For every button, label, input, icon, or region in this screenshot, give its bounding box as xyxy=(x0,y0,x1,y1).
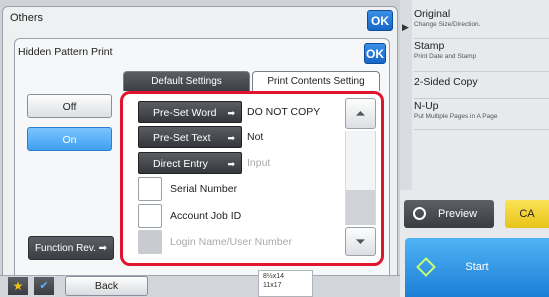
arrow-right-icon: ➡ xyxy=(227,159,235,169)
on-button[interactable]: On xyxy=(27,127,112,151)
right-item-n-up[interactable]: N-Up Put Multiple Pages in A Page xyxy=(414,100,549,130)
star-icon: ★ xyxy=(12,279,24,293)
play-arrow-icon: ▶ xyxy=(402,22,409,32)
function-review-label: Function Rev. xyxy=(34,243,96,254)
arrow-right-icon: ➡ xyxy=(227,133,235,143)
preview-icon xyxy=(413,207,426,220)
off-button[interactable]: Off xyxy=(27,94,112,118)
preset-text-button[interactable]: Pre-Set Text ➡ xyxy=(138,126,242,148)
direct-entry-input[interactable]: Input xyxy=(247,157,270,169)
right-item-stamp[interactable]: Stamp Print Date and Stamp xyxy=(414,40,549,72)
bottom-bar xyxy=(0,275,400,297)
preset-word-value: DO NOT COPY xyxy=(247,106,321,118)
right-item-subtitle: Change Size/Direction. xyxy=(414,21,481,28)
right-item-title: N-Up xyxy=(414,100,439,112)
arrow-right-icon: ➡ xyxy=(98,243,108,254)
scroll-down-button[interactable]: ⏷ xyxy=(345,227,376,256)
paper-size-info: 8½x14 11x17 xyxy=(258,270,313,297)
tab-default-settings[interactable]: Default Settings xyxy=(123,71,250,91)
account-job-id-checkbox[interactable] xyxy=(138,204,162,228)
function-review-button[interactable]: Function Rev. ➡ xyxy=(28,236,114,260)
scrollbar-thumb[interactable] xyxy=(346,190,375,225)
clear-all-button[interactable]: CA xyxy=(505,200,549,228)
right-item-subtitle: Put Multiple Pages in A Page xyxy=(414,113,498,120)
others-ok-button[interactable]: OK xyxy=(367,10,393,31)
preset-text-value: Not xyxy=(247,131,264,143)
favorite-star-button[interactable]: ★ xyxy=(8,277,28,295)
start-button[interactable]: Start xyxy=(405,238,549,297)
right-item-original[interactable]: Original Change Size/Direction. xyxy=(414,8,549,39)
back-button[interactable]: Back xyxy=(65,276,148,296)
scroll-up-button[interactable]: ⏶ xyxy=(345,98,376,129)
right-item-title: 2-Sided Copy xyxy=(414,76,478,88)
check-icon: ✔ xyxy=(39,280,49,292)
arrow-right-icon: ➡ xyxy=(227,108,235,118)
account-job-id-label: Account Job ID xyxy=(170,210,242,222)
serial-number-label: Serial Number xyxy=(170,183,238,195)
right-item-2-sided-copy[interactable]: 2-Sided Copy xyxy=(414,76,549,99)
direct-entry-button[interactable]: Direct Entry ➡ xyxy=(138,152,242,174)
paper-size-1: 8½x14 xyxy=(263,273,285,280)
paper-size-2: 11x17 xyxy=(263,282,282,289)
start-label: Start xyxy=(465,261,489,273)
right-item-subtitle: Print Date and Stamp xyxy=(414,53,477,60)
preset-text-label: Pre-Set Text xyxy=(153,132,211,144)
preset-word-button[interactable]: Pre-Set Word ➡ xyxy=(138,101,242,123)
preview-button[interactable]: Preview xyxy=(404,200,494,228)
direct-entry-label: Direct Entry xyxy=(153,158,208,170)
double-chevron-up-icon: ⏶ xyxy=(355,106,366,121)
preset-word-label: Pre-Set Word xyxy=(153,107,217,119)
double-chevron-down-icon: ⏷ xyxy=(355,234,366,249)
serial-number-checkbox[interactable] xyxy=(138,177,162,201)
login-name-checkbox xyxy=(138,230,162,254)
check-button[interactable]: ✔ xyxy=(34,277,54,295)
login-name-label: Login Name/User Number xyxy=(170,236,292,248)
right-item-title: Original xyxy=(414,8,451,20)
others-dialog-title: Others xyxy=(10,12,44,24)
start-diamond-icon xyxy=(416,257,436,277)
hidden-pattern-ok-button[interactable]: OK xyxy=(364,43,386,64)
preview-label: Preview xyxy=(438,208,478,220)
tab-print-contents-setting[interactable]: Print Contents Setting xyxy=(252,71,380,91)
right-item-title: Stamp xyxy=(414,40,445,52)
hidden-pattern-title: Hidden Pattern Print xyxy=(18,46,113,58)
